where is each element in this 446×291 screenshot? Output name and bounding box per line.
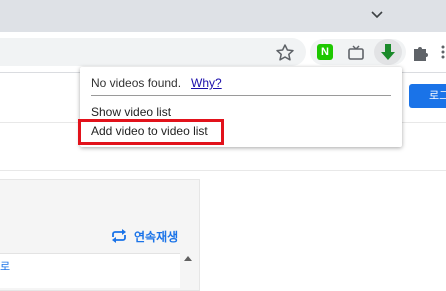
autoplay-toggle[interactable]: 연속재생: [110, 227, 178, 245]
highlight-box: [78, 119, 224, 145]
kebab-menu-icon[interactable]: [440, 44, 446, 60]
scroll-up-arrow-icon[interactable]: [184, 256, 192, 261]
no-videos-message: No videos found.: [91, 76, 182, 90]
tv-extension-icon[interactable]: [346, 41, 366, 63]
video-downloader-extension-button[interactable]: [374, 39, 402, 65]
login-button[interactable]: 로그: [409, 84, 446, 108]
chevron-down-icon[interactable]: [368, 7, 386, 23]
download-arrow-icon: [381, 44, 395, 60]
address-bar[interactable]: [0, 38, 306, 66]
extensions-puzzle-icon[interactable]: [410, 41, 430, 63]
list-item-text[interactable]: 로: [0, 258, 10, 274]
divider: [0, 170, 446, 171]
naver-extension-icon[interactable]: N: [317, 44, 333, 60]
playlist-list: [0, 253, 180, 288]
why-link[interactable]: Why?: [191, 76, 222, 90]
bookmark-star-icon[interactable]: [274, 40, 296, 64]
show-video-list-item[interactable]: Show video list: [91, 105, 171, 119]
popup-divider: [91, 95, 391, 96]
repeat-icon: [112, 229, 126, 243]
autoplay-label: 연속재생: [134, 229, 179, 244]
